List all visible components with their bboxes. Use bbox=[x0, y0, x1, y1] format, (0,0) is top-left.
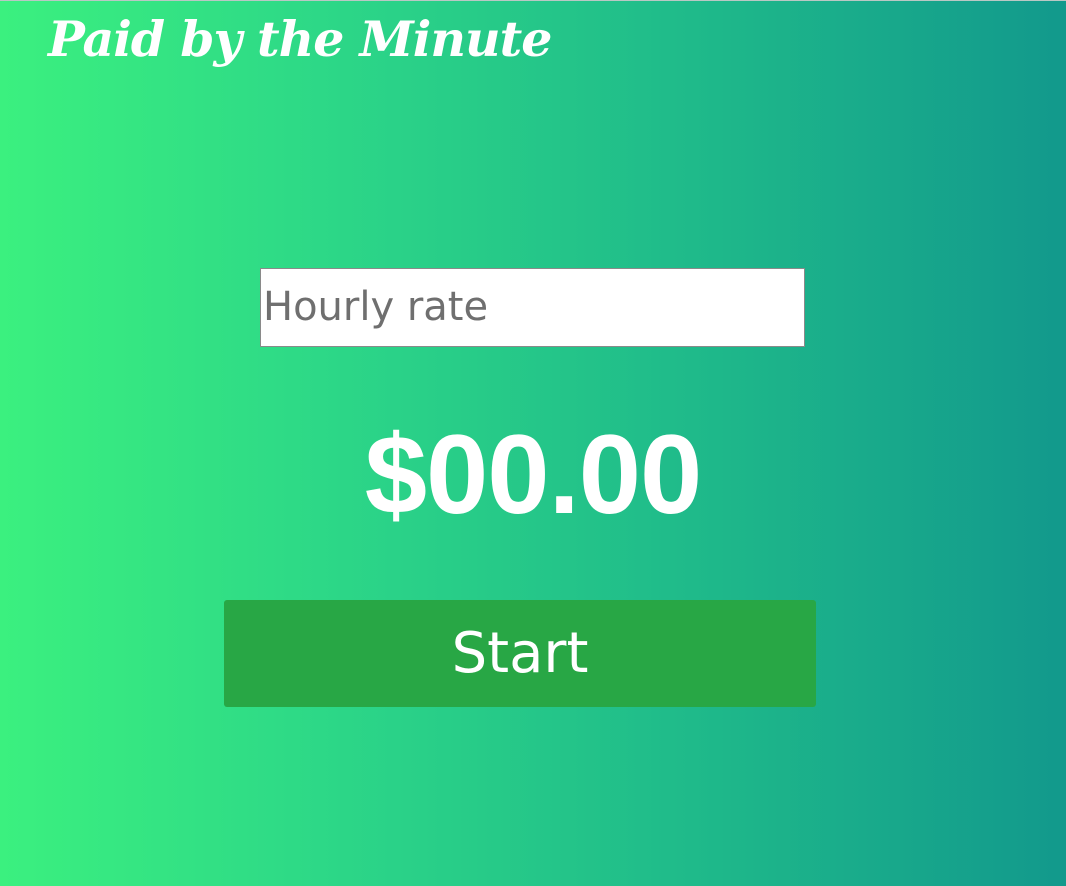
top-border bbox=[0, 0, 1066, 1]
earnings-display: $00.00 bbox=[364, 412, 703, 537]
start-button[interactable]: Start bbox=[224, 600, 816, 707]
hourly-rate-input[interactable] bbox=[260, 268, 805, 347]
app-title: Paid by the Minute bbox=[48, 10, 552, 68]
